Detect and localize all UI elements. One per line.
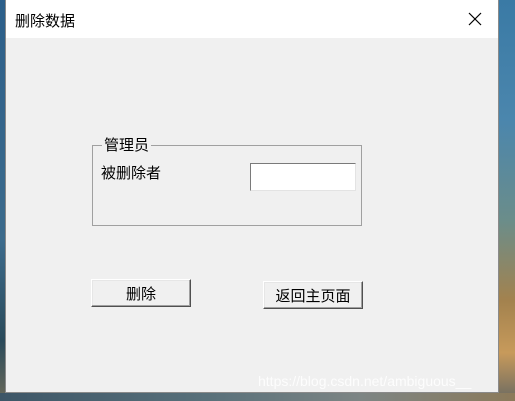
deleted-user-input[interactable] (250, 163, 356, 191)
close-icon (468, 12, 482, 26)
back-to-main-button[interactable]: 返回主页面 (263, 281, 363, 309)
delete-data-window: 删除数据 管理员 被删除者 删除 返回主页面 (5, 0, 499, 393)
delete-button[interactable]: 删除 (91, 279, 191, 307)
watermark-text: https://blog.csdn.net/ambiguous__ (258, 373, 472, 389)
deleted-user-label: 被删除者 (101, 164, 162, 182)
close-button[interactable] (452, 0, 498, 38)
window-title: 删除数据 (15, 12, 76, 30)
desktop-background-bottom (0, 393, 515, 401)
desktop-background-right (499, 0, 515, 401)
title-bar[interactable]: 删除数据 (6, 0, 498, 38)
groupbox-legend: 管理员 (102, 136, 152, 154)
